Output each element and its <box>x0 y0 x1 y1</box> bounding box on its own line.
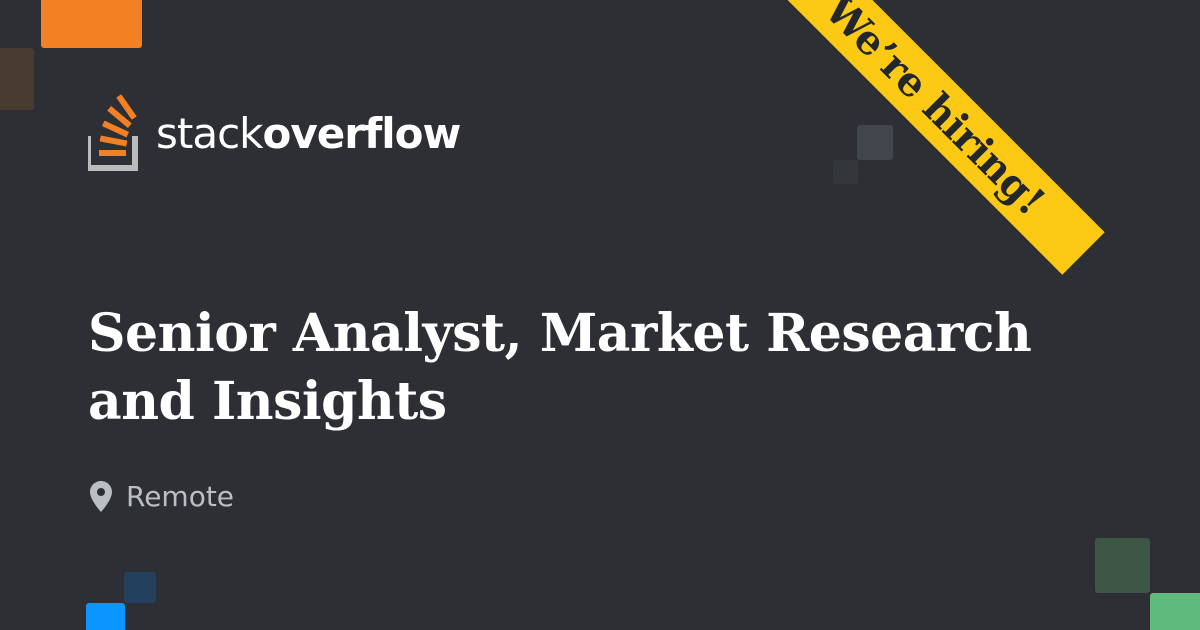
hiring-ribbon-label: We’re hiring! <box>815 0 1055 225</box>
decorative-square-navy <box>124 572 156 603</box>
job-location: Remote <box>90 474 234 518</box>
decorative-square-orange <box>41 0 142 48</box>
location-label: Remote <box>126 479 235 513</box>
stack-overflow-logo: stack overflow <box>88 92 462 172</box>
job-title: Senior Analyst, Market Research and Insi… <box>88 303 1032 433</box>
decorative-square-gray <box>857 125 893 160</box>
logo-wordmark: stack overflow <box>156 109 462 158</box>
decorative-square-dark-green <box>1095 538 1150 593</box>
decorative-square-green <box>1150 593 1200 630</box>
decorative-square-gray-small <box>833 160 858 184</box>
job-share-card: stack overflow Senior Analyst, Market Re… <box>0 0 1200 630</box>
decorative-square-brown <box>0 48 34 110</box>
logo-word-overflow: overflow <box>262 109 462 158</box>
map-pin-icon <box>90 480 112 512</box>
decorative-square-blue <box>86 603 125 630</box>
stack-overflow-icon <box>88 92 149 172</box>
logo-word-stack: stack <box>156 109 264 158</box>
hiring-ribbon: We’re hiring! <box>765 0 1105 275</box>
